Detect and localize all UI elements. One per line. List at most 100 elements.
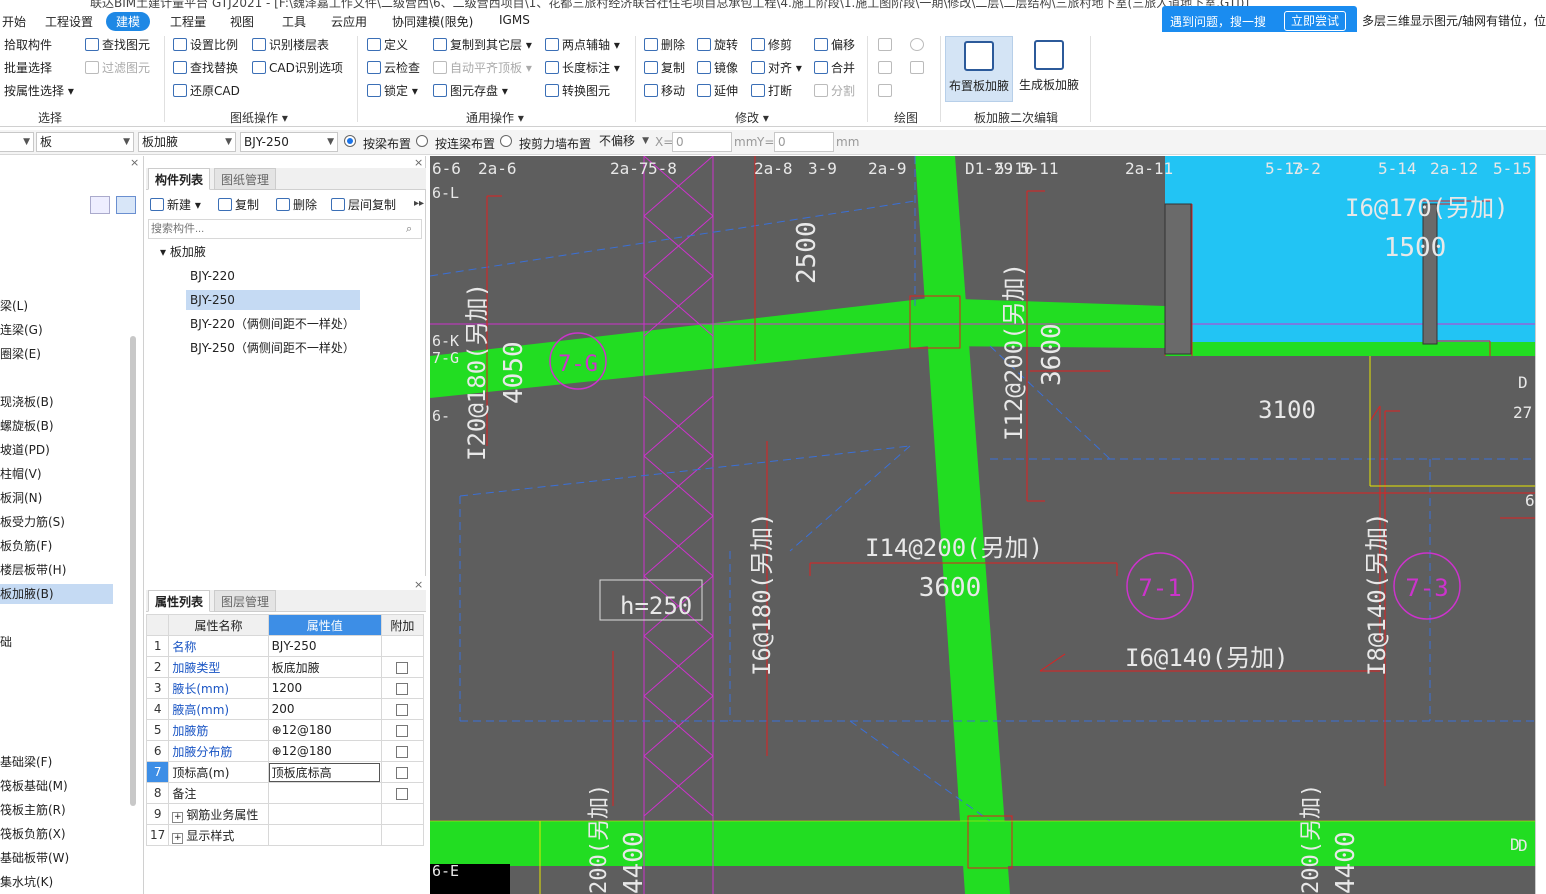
nav-item[interactable]: 基础板带(W): [0, 848, 69, 868]
nav-item[interactable]: 筏板基础(M): [0, 776, 68, 796]
extra-checkbox[interactable]: [396, 661, 409, 674]
move-button[interactable]: 移动: [644, 82, 685, 100]
tab-property-list[interactable]: 属性列表: [148, 590, 211, 612]
draw-rect-button[interactable]: [910, 59, 927, 77]
drawing-canvas[interactable]: 6-6 2a-6 2a-7 5-8 2a-8 3-9 2a-9 D1-29 5-10 5-11 2a…: [430, 156, 1535, 894]
offset-button[interactable]: 偏移: [814, 36, 855, 54]
menu-view[interactable]: 视图: [230, 13, 254, 30]
menu-quantities[interactable]: 工程量: [170, 13, 206, 30]
extra-checkbox[interactable]: [396, 703, 409, 716]
copy-to-floor-button[interactable]: 复制到其它层 ▾: [433, 36, 532, 54]
copy-button[interactable]: 复制: [644, 59, 685, 77]
property-row[interactable]: 2 加腋类型 板底加腋: [145, 656, 425, 678]
nav-item[interactable]: 楼层板带(H): [0, 560, 66, 580]
split-button[interactable]: 分割: [814, 82, 855, 100]
component-item[interactable]: BJY-250: [186, 290, 360, 310]
property-extra[interactable]: [380, 761, 425, 783]
find-replace-button[interactable]: 查找替换: [173, 59, 238, 77]
nav-item[interactable]: 现浇板(B): [0, 392, 54, 412]
property-extra[interactable]: [380, 656, 425, 678]
mode-by-shear-wall-radio[interactable]: [500, 135, 512, 147]
component-item[interactable]: BJY-250（俩侧间距不一样处）: [186, 338, 355, 358]
nav-item[interactable]: 板加腋(B): [0, 584, 113, 604]
scrollbar[interactable]: [130, 336, 136, 806]
nav-item[interactable]: 连梁(G): [0, 320, 43, 340]
draw-line-button[interactable]: [878, 59, 895, 77]
draw-arc-button[interactable]: [878, 82, 895, 100]
property-row[interactable]: 7 顶标高(m) 顶板底标高: [145, 761, 425, 783]
property-extra[interactable]: [380, 740, 425, 762]
property-value[interactable]: [267, 824, 382, 846]
filter-element-button[interactable]: 过滤图元: [85, 59, 150, 77]
restore-cad-button[interactable]: 还原CAD: [173, 82, 240, 100]
delete-button[interactable]: 删除: [644, 36, 685, 54]
nav-item[interactable]: 圈梁(E): [0, 344, 41, 364]
auto-align-top-button[interactable]: 自动平齐顶板 ▾: [433, 59, 532, 77]
select-by-attr-button[interactable]: 按属性选择 ▾: [4, 82, 74, 100]
menu-project-settings[interactable]: 工程设置: [45, 13, 93, 30]
property-extra[interactable]: [380, 677, 425, 699]
tab-drawing-management[interactable]: 图纸管理: [214, 168, 277, 190]
property-row[interactable]: 17 + 显示样式: [145, 824, 425, 846]
component-search-input[interactable]: [148, 219, 422, 239]
nav-item[interactable]: 坡道(PD): [0, 440, 50, 460]
nav-item[interactable]: 梁(L): [0, 296, 28, 316]
nav-item[interactable]: 板受力筋(S): [0, 512, 65, 532]
cloud-check-button[interactable]: 云检查: [367, 59, 420, 77]
menu-igms[interactable]: IGMS: [499, 13, 530, 27]
cad-drawing[interactable]: 6-6 2a-6 2a-7 5-8 2a-8 3-9 2a-9 D1-295-105-11 2a…: [430, 156, 1535, 894]
align-button[interactable]: 对齐 ▾: [751, 59, 802, 77]
length-dimension-button[interactable]: 长度标注 ▾: [545, 59, 620, 77]
property-value[interactable]: 200: [267, 698, 382, 720]
convert-element-button[interactable]: 转换图元: [545, 82, 610, 100]
nav-item[interactable]: 螺旋板(B): [0, 416, 54, 436]
menu-start[interactable]: 开始: [2, 13, 26, 30]
draw-circle-button[interactable]: [910, 36, 927, 54]
nav-item[interactable]: 集水坑(K): [0, 872, 53, 892]
place-haunch-button[interactable]: 布置板加腋: [945, 36, 1013, 102]
property-extra[interactable]: [380, 635, 425, 657]
property-row[interactable]: 1 名称 BJY-250: [145, 635, 425, 657]
trim-button[interactable]: 修剪: [751, 36, 792, 54]
property-row[interactable]: 3 腋长(mm) 1200: [145, 677, 425, 699]
property-value[interactable]: 顶板底标高: [267, 761, 382, 783]
floor-select[interactable]: ▼: [0, 132, 34, 152]
nav-item[interactable]: 柱帽(V): [0, 464, 42, 484]
new-component-button[interactable]: 新建 ▾: [150, 196, 201, 214]
nav-item[interactable]: 板负筋(F): [0, 536, 52, 556]
extra-checkbox[interactable]: [396, 787, 409, 800]
component-item[interactable]: BJY-220（俩侧间距不一样处）: [186, 314, 355, 334]
property-extra[interactable]: [380, 698, 425, 720]
extend-button[interactable]: 延伸: [697, 82, 738, 100]
nav-item[interactable]: 筏板负筋(X): [0, 824, 66, 844]
lock-button[interactable]: 锁定 ▾: [367, 82, 418, 100]
tab-component-list[interactable]: 构件列表: [148, 168, 211, 190]
menu-cloud[interactable]: 云应用: [331, 13, 367, 30]
merge-button[interactable]: 合并: [814, 59, 855, 77]
detail-view-icon[interactable]: [116, 196, 136, 214]
batch-select-button[interactable]: 批量选择: [4, 59, 52, 77]
type-select[interactable]: 板 ▼: [36, 132, 134, 152]
define-button[interactable]: 定义: [367, 36, 408, 54]
property-row[interactable]: 4 腋高(mm) 200: [145, 698, 425, 720]
property-value[interactable]: ⊕12@180: [267, 719, 382, 741]
x-input[interactable]: 0: [672, 132, 732, 152]
property-value[interactable]: [267, 803, 382, 825]
extra-checkbox[interactable]: [396, 682, 409, 695]
extra-checkbox[interactable]: [396, 745, 409, 758]
nav-item[interactable]: 基础梁(F): [0, 752, 52, 772]
property-row[interactable]: 5 加腋筋 ⊕12@180: [145, 719, 425, 741]
property-value[interactable]: 1200: [267, 677, 382, 699]
two-point-axis-button[interactable]: 两点辅轴 ▾: [545, 36, 620, 54]
copy-component-button[interactable]: 复制: [218, 196, 259, 214]
identify-floor-table-button[interactable]: 识别楼层表: [252, 36, 329, 54]
property-value[interactable]: ⊕12@180: [267, 740, 382, 762]
generate-haunch-button[interactable]: 生成板加腋: [1015, 36, 1083, 102]
property-row[interactable]: 8 备注: [145, 782, 425, 804]
cad-options-button[interactable]: CAD识别选项: [252, 59, 343, 77]
menu-tools[interactable]: 工具: [282, 13, 306, 30]
pick-component-button[interactable]: 拾取构件: [4, 36, 52, 54]
close-icon[interactable]: ×: [130, 156, 139, 169]
more-icon[interactable]: ▸▸: [414, 198, 424, 209]
delete-component-button[interactable]: 删除: [276, 196, 317, 214]
